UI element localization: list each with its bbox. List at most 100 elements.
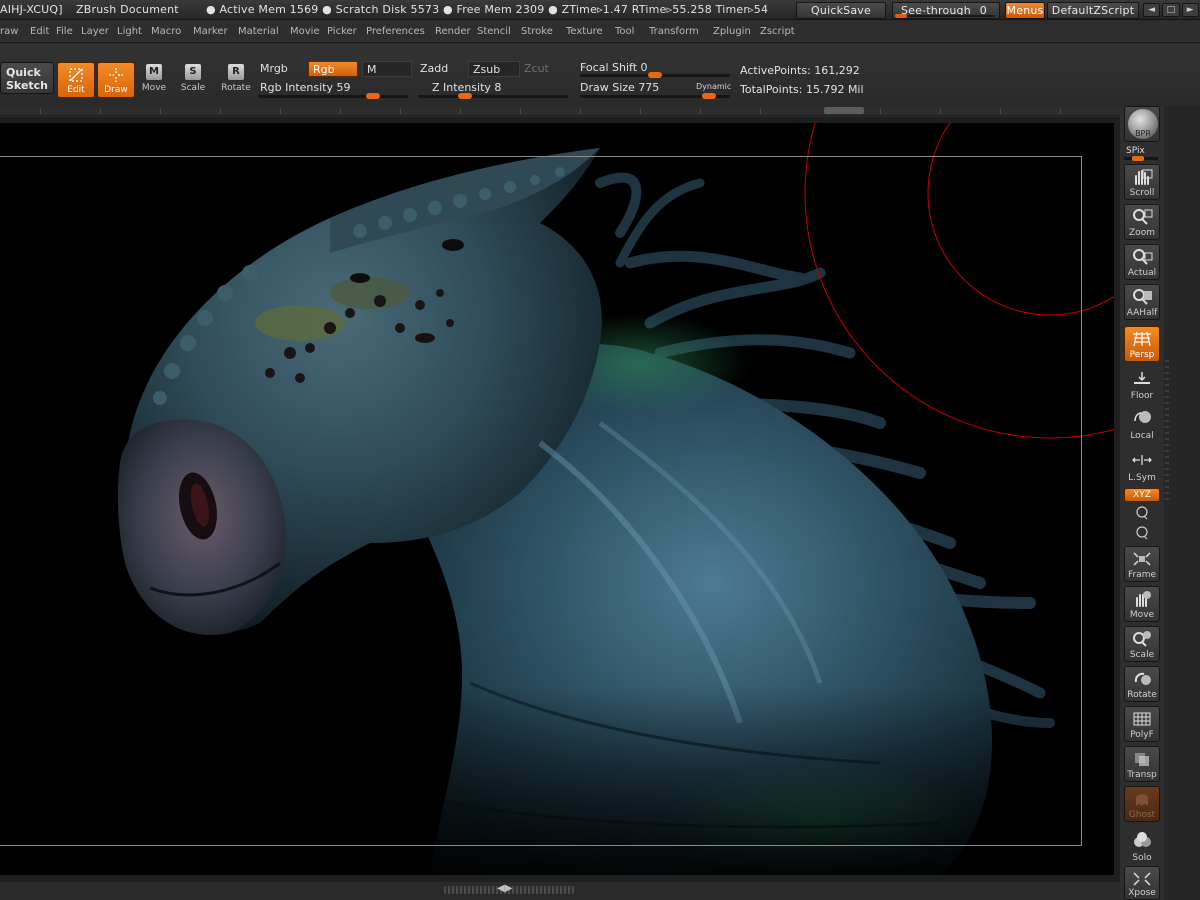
see-through-track xyxy=(895,14,995,18)
menu-zplugin[interactable]: Zplugin xyxy=(713,26,751,37)
spix-slider[interactable] xyxy=(1124,156,1158,161)
bpr-render-button[interactable]: BPR xyxy=(1124,106,1160,142)
move-button[interactable]: Move xyxy=(1124,586,1160,622)
transparency-icon xyxy=(1135,753,1149,766)
move-mode-button[interactable]: M Move xyxy=(136,64,172,93)
window-prev-button[interactable]: ◄ xyxy=(1143,3,1161,17)
see-through-knob[interactable] xyxy=(895,14,907,18)
quicksave-button[interactable]: QuickSave xyxy=(796,2,886,19)
scale-button[interactable]: Scale xyxy=(1124,626,1160,662)
menu-marker[interactable]: Marker xyxy=(193,26,228,37)
y-axis-button[interactable] xyxy=(1124,504,1160,522)
scroll-label: Scroll xyxy=(1129,188,1155,198)
default-zscript-button[interactable]: DefaultZScript xyxy=(1047,2,1139,19)
right-shelf: BPR SPix Scroll Zoom Actual AAHalf Persp… xyxy=(1120,106,1164,900)
active-points-value: 161,292 xyxy=(814,64,860,77)
menu-texture[interactable]: Texture xyxy=(566,26,603,37)
active-points-label: ActivePoints: xyxy=(740,64,811,77)
draw-size-slider[interactable]: Draw Size 775 xyxy=(576,80,686,96)
y-rotate-icon xyxy=(1136,506,1148,520)
draw-size-knob[interactable] xyxy=(702,93,716,99)
top-scroll-ruler[interactable] xyxy=(0,106,1120,116)
menu-material[interactable]: Material xyxy=(238,26,279,37)
z-intensity-slider[interactable]: Z Intensity 8 xyxy=(428,80,568,96)
menu-stroke[interactable]: Stroke xyxy=(521,26,553,37)
canvas-area xyxy=(0,117,1120,882)
local-button[interactable]: Local xyxy=(1124,406,1160,442)
scale-mode-button[interactable]: S Scale xyxy=(175,64,211,93)
focal-shift-knob[interactable] xyxy=(648,72,662,78)
z-axis-button[interactable] xyxy=(1124,524,1160,542)
draw-mode-button[interactable]: Draw xyxy=(97,62,135,98)
move-label: Move xyxy=(141,83,167,93)
polyf-button[interactable]: PolyF xyxy=(1124,706,1160,742)
rgb-intensity-value: 59 xyxy=(336,81,351,94)
menu-preferences[interactable]: Preferences xyxy=(366,26,425,37)
menu-stencil[interactable]: Stencil xyxy=(477,26,511,37)
menu-render[interactable]: Render xyxy=(435,26,471,37)
solo-button[interactable]: Solo xyxy=(1124,828,1160,864)
menus-button[interactable]: Menus xyxy=(1005,2,1045,19)
scroll-button[interactable]: Scroll xyxy=(1124,164,1160,200)
rotate-button[interactable]: Rotate xyxy=(1124,666,1160,702)
quick-sketch-button[interactable]: Quick Sketch xyxy=(0,62,54,94)
lsym-label: L.Sym xyxy=(1128,473,1156,483)
menu-edit[interactable]: Edit xyxy=(30,26,49,37)
tray-handle[interactable] xyxy=(1164,356,1170,656)
window-next-button[interactable]: ► xyxy=(1181,3,1199,17)
menu-tool[interactable]: Tool xyxy=(615,26,634,37)
ghost-button[interactable]: Ghost xyxy=(1124,786,1160,822)
document-canvas[interactable] xyxy=(0,123,1114,875)
persp-label: Persp xyxy=(1129,350,1155,360)
transp-button[interactable]: Transp xyxy=(1124,746,1160,782)
menu-movie[interactable]: Movie xyxy=(290,26,320,37)
rgb-button[interactable]: Rgb xyxy=(308,61,358,77)
menu-macro[interactable]: Macro xyxy=(151,26,181,37)
menu-picker[interactable]: Picker xyxy=(327,26,357,37)
spix-knob[interactable] xyxy=(1132,156,1144,161)
rotate-mode-button[interactable]: R Rotate xyxy=(218,64,254,93)
rgb-intensity-knob[interactable] xyxy=(366,93,380,99)
persp-button[interactable]: Persp xyxy=(1124,326,1160,362)
menu-zscript[interactable]: Zscript xyxy=(760,26,795,37)
xpose-button[interactable]: Xpose xyxy=(1124,866,1160,900)
title-bar: AIHJ-XCUQ] ZBrush Document ● Active Mem … xyxy=(0,0,1200,20)
rgb-intensity-slider[interactable]: Rgb Intensity 59 xyxy=(256,80,416,96)
menu-transform[interactable]: Transform xyxy=(649,26,699,37)
zsub-button[interactable]: Zsub xyxy=(468,61,520,77)
dynamic-toggle[interactable]: Dynamic xyxy=(696,82,731,91)
floor-icon xyxy=(1134,372,1150,384)
collapse-arrows-icon[interactable]: ◀▶ xyxy=(497,883,512,894)
zadd-button[interactable]: Zadd xyxy=(416,61,468,77)
active-points: ActivePoints: 161,292 xyxy=(740,64,860,77)
ruler-scroll-thumb[interactable] xyxy=(824,107,864,114)
frame-button[interactable]: Frame xyxy=(1124,546,1160,582)
zcut-button[interactable]: Zcut xyxy=(520,61,572,77)
menu-layer[interactable]: Layer xyxy=(81,26,109,37)
menu-file[interactable]: File xyxy=(56,26,73,37)
ghost-icon xyxy=(1136,794,1148,806)
floor-button[interactable]: Floor xyxy=(1124,366,1160,402)
edit-icon xyxy=(69,68,83,82)
menu-draw[interactable]: raw xyxy=(0,26,18,37)
aahalf-button[interactable]: AAHalf xyxy=(1124,284,1160,320)
polyf-label: PolyF xyxy=(1130,730,1154,740)
magnifier-icon xyxy=(1133,209,1153,225)
m-button[interactable]: M xyxy=(362,61,412,77)
actual-button[interactable]: Actual xyxy=(1124,244,1160,280)
bottom-bar: ◀▶ xyxy=(0,882,1120,900)
rotate-label: Rotate xyxy=(1127,690,1157,700)
see-through-slider[interactable]: See-through 0 xyxy=(892,2,1000,19)
solo-label: Solo xyxy=(1132,853,1152,863)
focal-shift-label: Focal Shift xyxy=(580,61,638,74)
menu-light[interactable]: Light xyxy=(117,26,142,37)
edit-mode-button[interactable]: Edit xyxy=(57,62,95,98)
floor-label: Floor xyxy=(1130,391,1154,401)
lsym-button[interactable]: L.Sym xyxy=(1124,448,1160,484)
window-restore-button[interactable]: □ xyxy=(1162,3,1180,17)
xyz-button[interactable]: XYZ xyxy=(1124,488,1160,502)
zoom-button[interactable]: Zoom xyxy=(1124,204,1160,240)
mrgb-button[interactable]: Mrgb xyxy=(256,61,306,77)
z-intensity-knob[interactable] xyxy=(458,93,472,99)
document-bounds-frame xyxy=(0,156,1082,846)
